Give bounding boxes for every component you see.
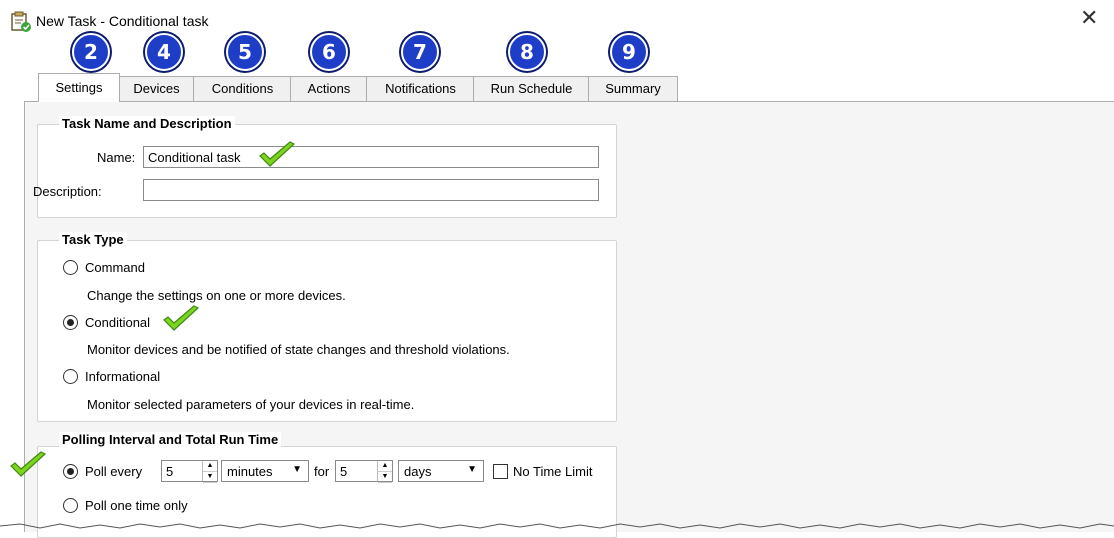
poll-one-time-radio[interactable] (63, 498, 78, 513)
tab-strip: Settings Devices Conditions Actions Noti… (0, 73, 1114, 102)
informational-label: Informational (85, 369, 161, 384)
no-time-limit-checkbox[interactable] (493, 464, 508, 479)
tab-devices[interactable]: Devices (118, 76, 195, 101)
tab-actions[interactable]: Actions (290, 76, 368, 101)
step-badge-devices: 4 (145, 33, 183, 71)
for-label: for (314, 464, 330, 479)
tab-settings[interactable]: Settings (38, 73, 120, 102)
description-label: Description: (33, 184, 102, 199)
name-label: Name: (97, 150, 136, 165)
name-field-value: Conditional task (148, 150, 241, 165)
conditional-description: Monitor devices and be notified of state… (87, 342, 510, 357)
name-description-title: Task Name and Description (59, 116, 235, 131)
polling-title: Polling Interval and Total Run Time (59, 432, 282, 447)
tab-run-schedule[interactable]: Run Schedule (473, 76, 590, 101)
spin-up-icon[interactable]: ▲ (378, 461, 392, 472)
duration-spinner[interactable]: 5 ▲ ▼ (335, 460, 393, 483)
poll-one-time-label: Poll one time only (85, 498, 188, 513)
duration-unit-value: days (404, 464, 432, 479)
duration-unit-dropdown[interactable]: days ▼ (398, 460, 484, 482)
step-badge-conditions: 5 (226, 33, 264, 71)
conditional-label: Conditional (85, 315, 151, 330)
task-icon (11, 11, 31, 32)
settings-panel: Task Name and Description Name: Conditio… (24, 101, 1114, 538)
interval-unit-dropdown[interactable]: minutes ▼ (221, 460, 309, 482)
name-description-group (37, 124, 617, 218)
duration-value: 5 (340, 464, 348, 479)
interval-spinner[interactable]: 5 ▲ ▼ (161, 460, 218, 483)
tab-notifications[interactable]: Notifications (366, 76, 475, 101)
interval-unit-value: minutes (227, 464, 273, 479)
no-time-limit-label: No Time Limit (513, 464, 593, 479)
window-title: New Task - Conditional task (36, 13, 209, 29)
description-field[interactable] (143, 179, 599, 201)
informational-radio[interactable] (63, 369, 78, 384)
poll-every-radio[interactable] (63, 464, 78, 479)
chevron-down-icon: ▼ (467, 464, 477, 475)
tab-summary[interactable]: Summary (588, 76, 678, 101)
poll-every-label: Poll every (85, 464, 143, 479)
command-radio[interactable] (63, 260, 78, 275)
spin-down-icon[interactable]: ▼ (378, 472, 392, 483)
step-badge-summary: 9 (610, 33, 648, 71)
step-badge-settings: 2 (72, 33, 110, 71)
checkmark-icon (163, 305, 200, 331)
informational-description: Monitor selected parameters of your devi… (87, 397, 415, 412)
tab-conditions[interactable]: Conditions (193, 76, 292, 101)
name-field[interactable]: Conditional task (143, 146, 599, 168)
command-description: Change the settings on one or more devic… (87, 288, 346, 303)
step-badge-actions: 6 (310, 33, 348, 71)
close-icon[interactable]: ✕ (1080, 6, 1098, 31)
spin-down-icon[interactable]: ▼ (203, 472, 217, 483)
torn-edge (0, 523, 1114, 529)
step-badge-notifications: 7 (401, 33, 439, 71)
spin-up-icon[interactable]: ▲ (203, 461, 217, 472)
chevron-down-icon: ▼ (292, 464, 302, 475)
task-type-title: Task Type (59, 232, 127, 247)
conditional-radio[interactable] (63, 315, 78, 330)
checkmark-icon (259, 141, 296, 167)
step-badge-run-schedule: 8 (508, 33, 546, 71)
command-label: Command (85, 260, 145, 275)
interval-value: 5 (166, 464, 174, 479)
checkmark-icon (10, 451, 47, 477)
